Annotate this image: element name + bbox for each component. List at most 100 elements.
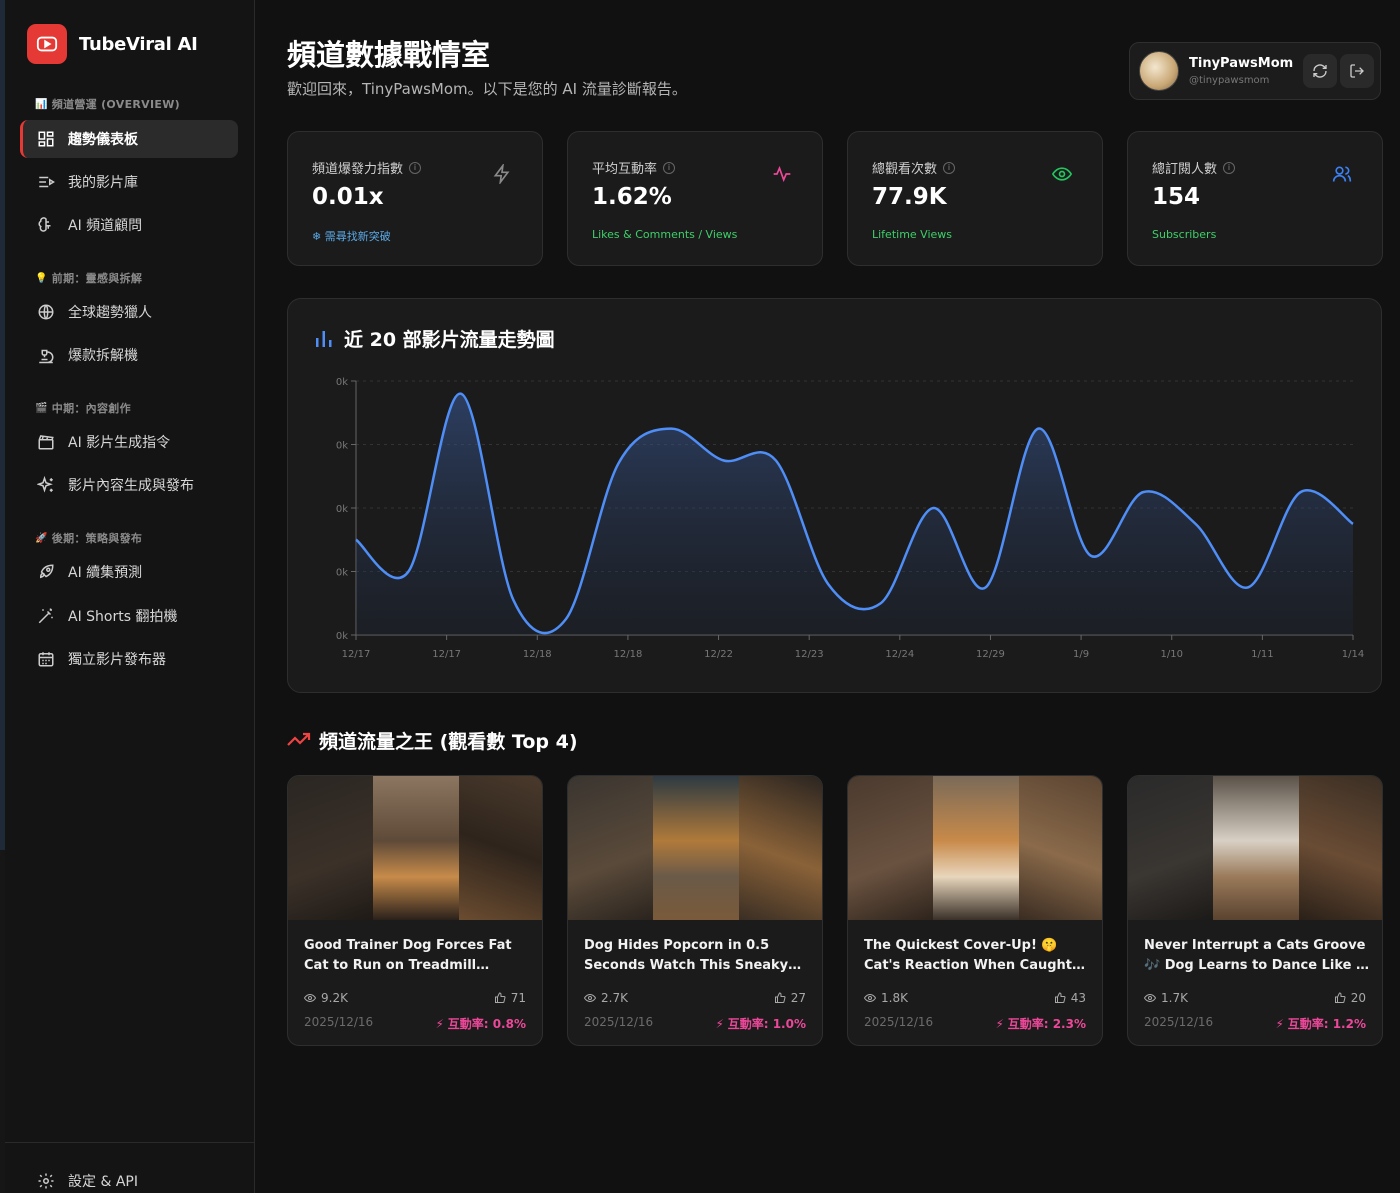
info-icon[interactable]: i <box>943 161 956 174</box>
video-likes: 71 <box>494 991 526 1005</box>
sidebar-item-sequel-predict[interactable]: AI 續集預測 <box>20 553 238 591</box>
video-date: 2025/12/16 <box>584 1015 654 1029</box>
globe-icon <box>36 302 56 322</box>
section-emoji: 🎬 <box>35 402 48 414</box>
stat-card-engagement: 平均互動率 i 1.62% Likes & Comments / Views <box>567 131 823 266</box>
video-date: 2025/12/16 <box>304 1015 374 1029</box>
sidebar-item-label: 趨勢儀表板 <box>68 132 138 148</box>
sidebar-item-content-publish[interactable]: 影片內容生成與發布 <box>20 466 238 504</box>
y-tick-label: 0k <box>336 504 348 515</box>
video-views: 9.2K <box>304 991 348 1005</box>
eye-icon <box>584 993 596 1003</box>
sidebar-item-video-publisher[interactable]: 獨立影片發布器 <box>20 640 238 678</box>
video-title: Good Trainer Dog Forces Fat Cat to Run o… <box>304 938 512 973</box>
sidebar-item-label: 設定 & API <box>68 1174 138 1190</box>
sidebar-item-dashboard[interactable]: 趨勢儀表板 <box>20 120 238 158</box>
sidebar-section-late: 🚀 後期：策略與發布 <box>35 530 142 546</box>
calendar-icon <box>36 649 56 669</box>
series-area <box>356 393 1353 635</box>
x-tick-label: 12/22 <box>704 649 733 660</box>
youtube-logo-icon <box>27 24 67 64</box>
eye-icon <box>1052 167 1072 181</box>
zap-icon <box>493 164 510 184</box>
sidebar-item-trend-hunter[interactable]: 全球趨勢獵人 <box>20 293 238 331</box>
video-card[interactable]: Dog Hides Popcorn in 0.5 Seconds Watch T… <box>567 775 823 1046</box>
x-tick-label: 12/17 <box>432 649 461 660</box>
section-title: 中期：內容創作 <box>51 402 131 415</box>
video-card[interactable]: Good Trainer Dog Forces Fat Cat to Run o… <box>287 775 543 1046</box>
sidebar-item-ai-advisor[interactable]: AI 頻道顧問 <box>20 206 238 244</box>
x-tick-label: 1/11 <box>1251 649 1273 660</box>
brain-icon <box>36 215 56 235</box>
x-tick-label: 12/17 <box>342 649 371 660</box>
sidebar-item-ai-video-prompt[interactable]: AI 影片生成指令 <box>20 423 238 461</box>
stat-card-subscribers: 總訂閱人數 i 154 Subscribers <box>1127 131 1383 266</box>
eye-icon <box>1144 993 1156 1003</box>
section-emoji: 📊 <box>35 98 48 110</box>
sidebar-item-viral-breakdown[interactable]: 爆款拆解機 <box>20 336 238 374</box>
stat-card-viral-index: 頻道爆發力指數 i 0.01x ❄ 需尋找新突破 <box>287 131 543 266</box>
stat-value: 1.62% <box>592 184 672 210</box>
y-tick-label: 0k <box>336 568 348 579</box>
video-card[interactable]: Never Interrupt a Cats Groove 🎶 Dog Lear… <box>1127 775 1383 1046</box>
users-icon <box>1332 166 1352 182</box>
sidebar-item-label: 影片內容生成與發布 <box>68 478 194 494</box>
sparkle-icon: ⚡ <box>435 1017 448 1031</box>
refresh-icon <box>1313 64 1327 78</box>
section-emoji: 💡 <box>35 272 48 284</box>
video-likes: 20 <box>1334 991 1366 1005</box>
sparkle-icon: ⚡ <box>995 1017 1008 1031</box>
info-icon[interactable]: i <box>409 161 422 174</box>
x-tick-label: 1/14 <box>1342 649 1364 660</box>
video-title: Dog Hides Popcorn in 0.5 Seconds Watch T… <box>584 938 789 973</box>
logout-icon <box>1350 64 1364 78</box>
stat-value: 0.01x <box>312 184 384 210</box>
brand[interactable]: TubeViral AI <box>27 24 198 64</box>
video-engagement: ⚡ 互動率: 2.3% <box>995 1017 1086 1031</box>
user-card: TinyPawsMom @tinypawsmom <box>1129 42 1381 100</box>
video-card[interactable]: The Quickest Cover-Up! 🤫 Cat's Reaction … <box>847 775 1103 1046</box>
sidebar-footer: 設定 & API <box>5 1142 255 1193</box>
sidebar-item-label: 全球趨勢獵人 <box>68 305 152 321</box>
sidebar-item-label: 我的影片庫 <box>68 175 138 191</box>
stat-card-views: 總觀看次數 i 77.9K Lifetime Views <box>847 131 1103 266</box>
thumbs-up-icon <box>1334 992 1346 1003</box>
user-name: TinyPawsMom <box>1189 56 1294 71</box>
video-engagement: ⚡ 互動率: 1.2% <box>1275 1017 1366 1031</box>
sidebar: TubeViral AI 📊 頻道營運 (OVERVIEW) 趨勢儀表板 我的影… <box>5 0 255 1193</box>
x-tick-label: 1/10 <box>1160 649 1182 660</box>
section-title-top-videos: 頻道流量之王 (觀看數 Top 4) <box>319 731 578 753</box>
sidebar-section-early: 💡 前期：靈感與拆解 <box>35 270 142 286</box>
video-thumbnail <box>848 776 1102 920</box>
video-date: 2025/12/16 <box>1144 1015 1214 1029</box>
settings-api-link[interactable]: 設定 & API <box>20 1162 238 1193</box>
clapperboard-icon <box>36 432 56 452</box>
y-tick-label: 0k <box>336 377 348 388</box>
video-thumbnail <box>288 776 542 920</box>
avatar[interactable] <box>1139 51 1179 91</box>
traffic-area-chart: 0k 0k 0k 0k 0k 12/17 12/17 12/18 12/18 12/22 12/23… <box>336 377 1364 660</box>
video-views: 1.8K <box>864 991 908 1005</box>
x-tick-label: 12/18 <box>613 649 642 660</box>
y-tick-label: 0k <box>336 631 348 642</box>
gear-icon <box>36 1171 56 1191</box>
sidebar-item-label: AI 續集預測 <box>68 565 143 581</box>
video-likes: 43 <box>1054 991 1086 1005</box>
logout-button[interactable] <box>1340 54 1374 88</box>
rocket-icon <box>36 562 56 582</box>
info-icon[interactable]: i <box>1223 161 1236 174</box>
thumbs-up-icon <box>774 992 786 1003</box>
refresh-button[interactable] <box>1303 54 1337 88</box>
video-date: 2025/12/16 <box>864 1015 934 1029</box>
eye-icon <box>304 993 316 1003</box>
sidebar-item-label: 爆款拆解機 <box>68 348 138 364</box>
stat-value: 77.9K <box>872 184 947 210</box>
video-views: 1.7K <box>1144 991 1188 1005</box>
sidebar-item-video-library[interactable]: 我的影片庫 <box>20 163 238 201</box>
section-title: 頻道營運 (OVERVIEW) <box>51 98 180 111</box>
video-title: The Quickest Cover-Up! 🤫 Cat's Reaction … <box>864 938 1072 973</box>
video-thumbnail <box>568 776 822 920</box>
info-icon[interactable]: i <box>663 161 676 174</box>
thumbs-up-icon <box>494 992 506 1003</box>
sidebar-item-shorts-remake[interactable]: AI Shorts 翻拍機 <box>20 597 238 635</box>
